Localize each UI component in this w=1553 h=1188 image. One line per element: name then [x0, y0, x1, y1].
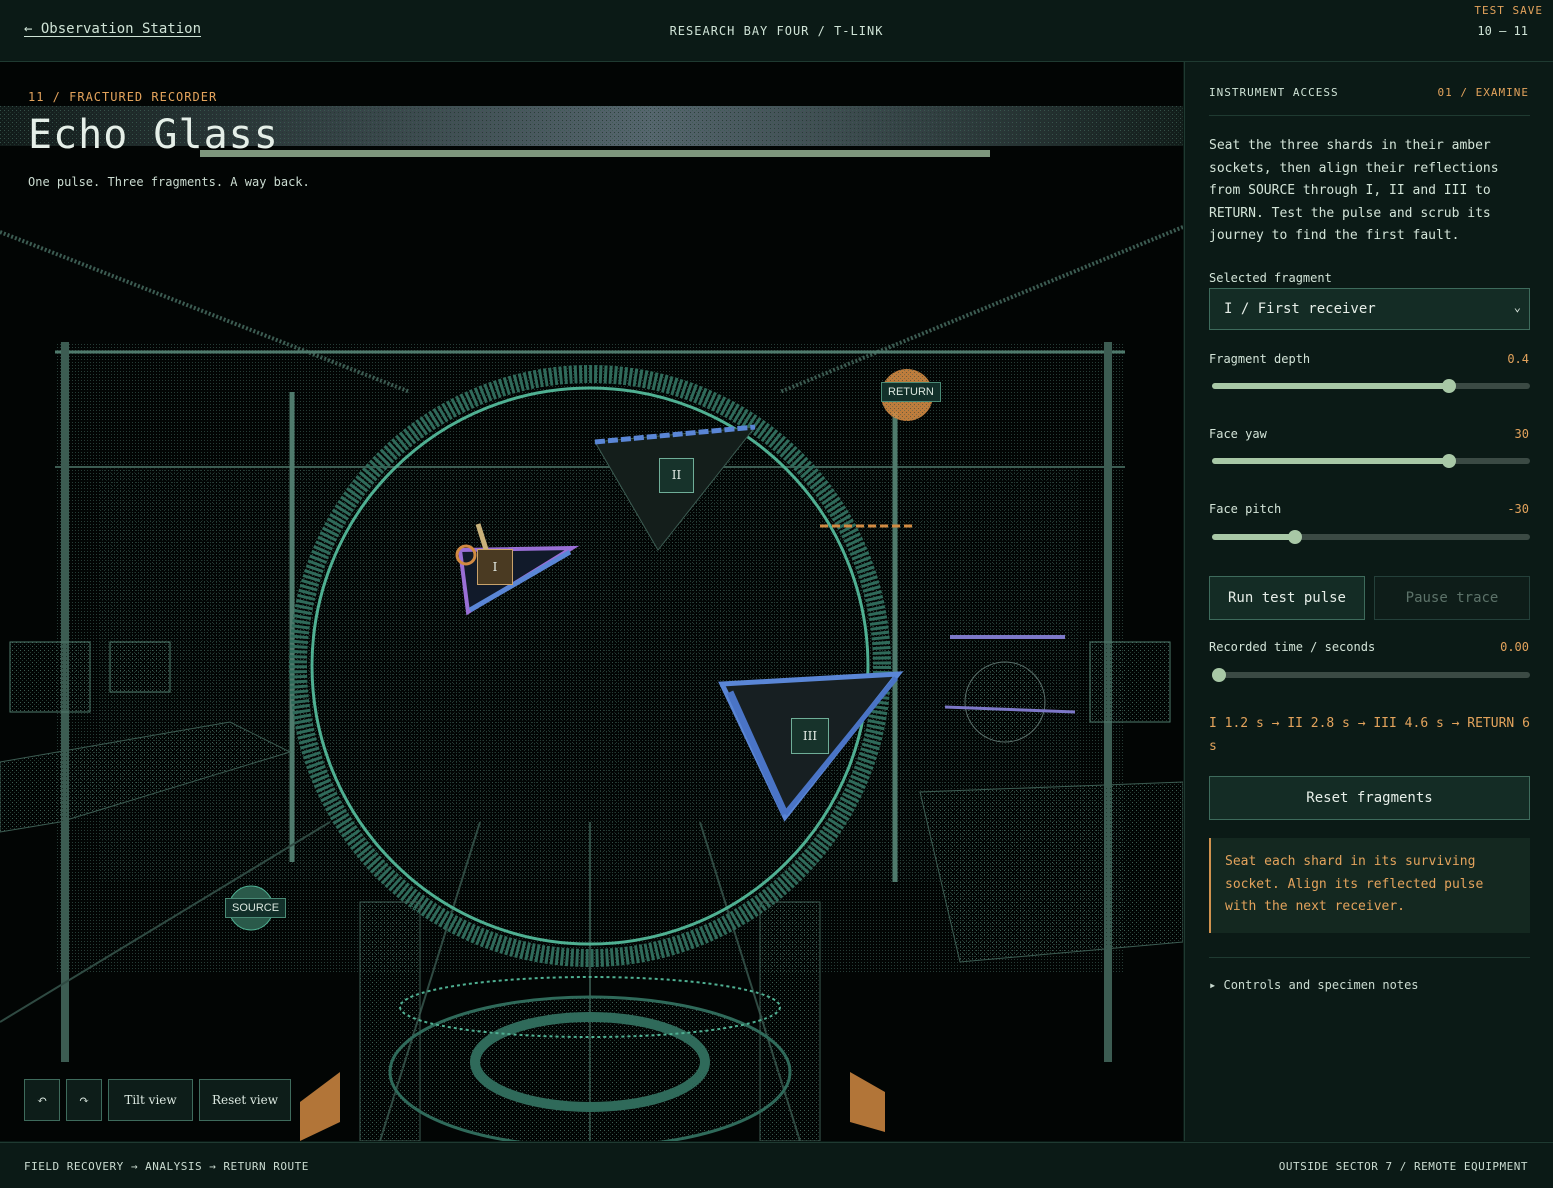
instrument-panel: INSTRUMENT ACCESS 01 / EXAMINE Seat the …	[1184, 62, 1553, 1141]
recorded-time-scrubber[interactable]	[1212, 667, 1530, 683]
reset-fragments-button[interactable]: Reset fragments	[1209, 776, 1530, 820]
slider-thumb[interactable]	[1212, 668, 1226, 682]
pause-trace-button[interactable]: Pause trace	[1374, 576, 1530, 620]
breadcrumb: RESEARCH BAY FOUR / T-LINK	[669, 24, 884, 38]
fragment-select-label: Selected fragment	[1209, 271, 1332, 285]
top-bar: ← Observation Station RESEARCH BAY FOUR …	[0, 0, 1553, 62]
scene-viewport[interactable]: 11 / FRACTURED RECORDER Echo Glass One p…	[0, 62, 1183, 1141]
slider-thumb[interactable]	[1441, 454, 1456, 468]
rotate-left-icon: ↶	[36, 1093, 48, 1107]
fragment-select-value: I / First receiver	[1224, 301, 1376, 317]
fragment-marker-ii[interactable]: II	[659, 458, 694, 493]
source-label: SOURCE	[225, 898, 287, 918]
page-range: 10 — 11	[1477, 24, 1528, 38]
rotate-right-button[interactable]: ↷	[66, 1079, 102, 1121]
scene-title: Echo Glass	[28, 112, 279, 158]
panel-intro: Seat the three shards in their amber soc…	[1209, 138, 1499, 243]
pulse-route-timing: I 1.2 s → II 2.8 s → III 4.6 s → RETURN …	[1209, 716, 1530, 754]
slider-thumb[interactable]	[1288, 530, 1303, 544]
footer-route: FIELD RECOVERY → ANALYSIS → RETURN ROUTE	[24, 1160, 309, 1173]
fragment-select[interactable]: I / First receiver ⌄	[1209, 288, 1530, 330]
slider-thumb[interactable]	[1441, 379, 1456, 393]
fragment-depth-value: 0.4	[1507, 352, 1529, 366]
reset-view-button[interactable]: Reset view	[199, 1079, 291, 1121]
recorded-time-label: Recorded time / seconds	[1209, 640, 1376, 654]
panel-header: INSTRUMENT ACCESS 01 / EXAMINE	[1209, 86, 1529, 99]
face-pitch-label: Face pitch	[1209, 502, 1282, 516]
rotate-left-button[interactable]: ↶	[24, 1079, 60, 1121]
footer-bar: FIELD RECOVERY → ANALYSIS → RETURN ROUTE…	[0, 1142, 1553, 1188]
divider	[1209, 957, 1530, 958]
footer-location: OUTSIDE SECTOR 7 / REMOTE EQUIPMENT	[1278, 1160, 1528, 1173]
run-test-pulse-button[interactable]: Run test pulse	[1209, 576, 1365, 620]
return-label: RETURN	[881, 382, 941, 402]
scene-subtitle: One pulse. Three fragments. A way back.	[28, 175, 310, 189]
face-pitch-value: -30	[1507, 502, 1529, 516]
scene-eyebrow: 11 / FRACTURED RECORDER	[28, 90, 218, 104]
tilt-view-button[interactable]: Tilt view	[108, 1079, 193, 1121]
divider	[1209, 115, 1530, 116]
face-yaw-slider[interactable]	[1212, 453, 1530, 469]
test-save-badge: TEST SAVE	[1474, 4, 1543, 17]
panel-heading: INSTRUMENT ACCESS	[1209, 86, 1339, 99]
recorded-time-value: 0.00	[1500, 640, 1529, 654]
face-pitch-slider[interactable]	[1212, 529, 1530, 545]
status-notice: Seat each shard in its surviving socket.…	[1209, 838, 1530, 933]
fragment-marker-iii[interactable]: III	[791, 718, 829, 754]
fragment-marker-i[interactable]: I	[477, 549, 513, 585]
controls-notes-label: Controls and specimen notes	[1223, 978, 1419, 992]
fragment-depth-slider[interactable]	[1212, 378, 1530, 394]
rotate-right-icon: ↷	[78, 1093, 90, 1107]
controls-notes-toggle[interactable]: ▸ Controls and specimen notes	[1209, 978, 1419, 992]
panel-step: 01 / EXAMINE	[1437, 86, 1529, 99]
face-yaw-label: Face yaw	[1209, 427, 1267, 441]
disclosure-triangle-icon: ▸	[1209, 978, 1217, 992]
lab-scene-render	[0, 106, 1183, 1141]
chevron-down-icon: ⌄	[1513, 300, 1521, 314]
face-yaw-value: 30	[1514, 427, 1529, 441]
fragment-depth-label: Fragment depth	[1209, 352, 1311, 366]
